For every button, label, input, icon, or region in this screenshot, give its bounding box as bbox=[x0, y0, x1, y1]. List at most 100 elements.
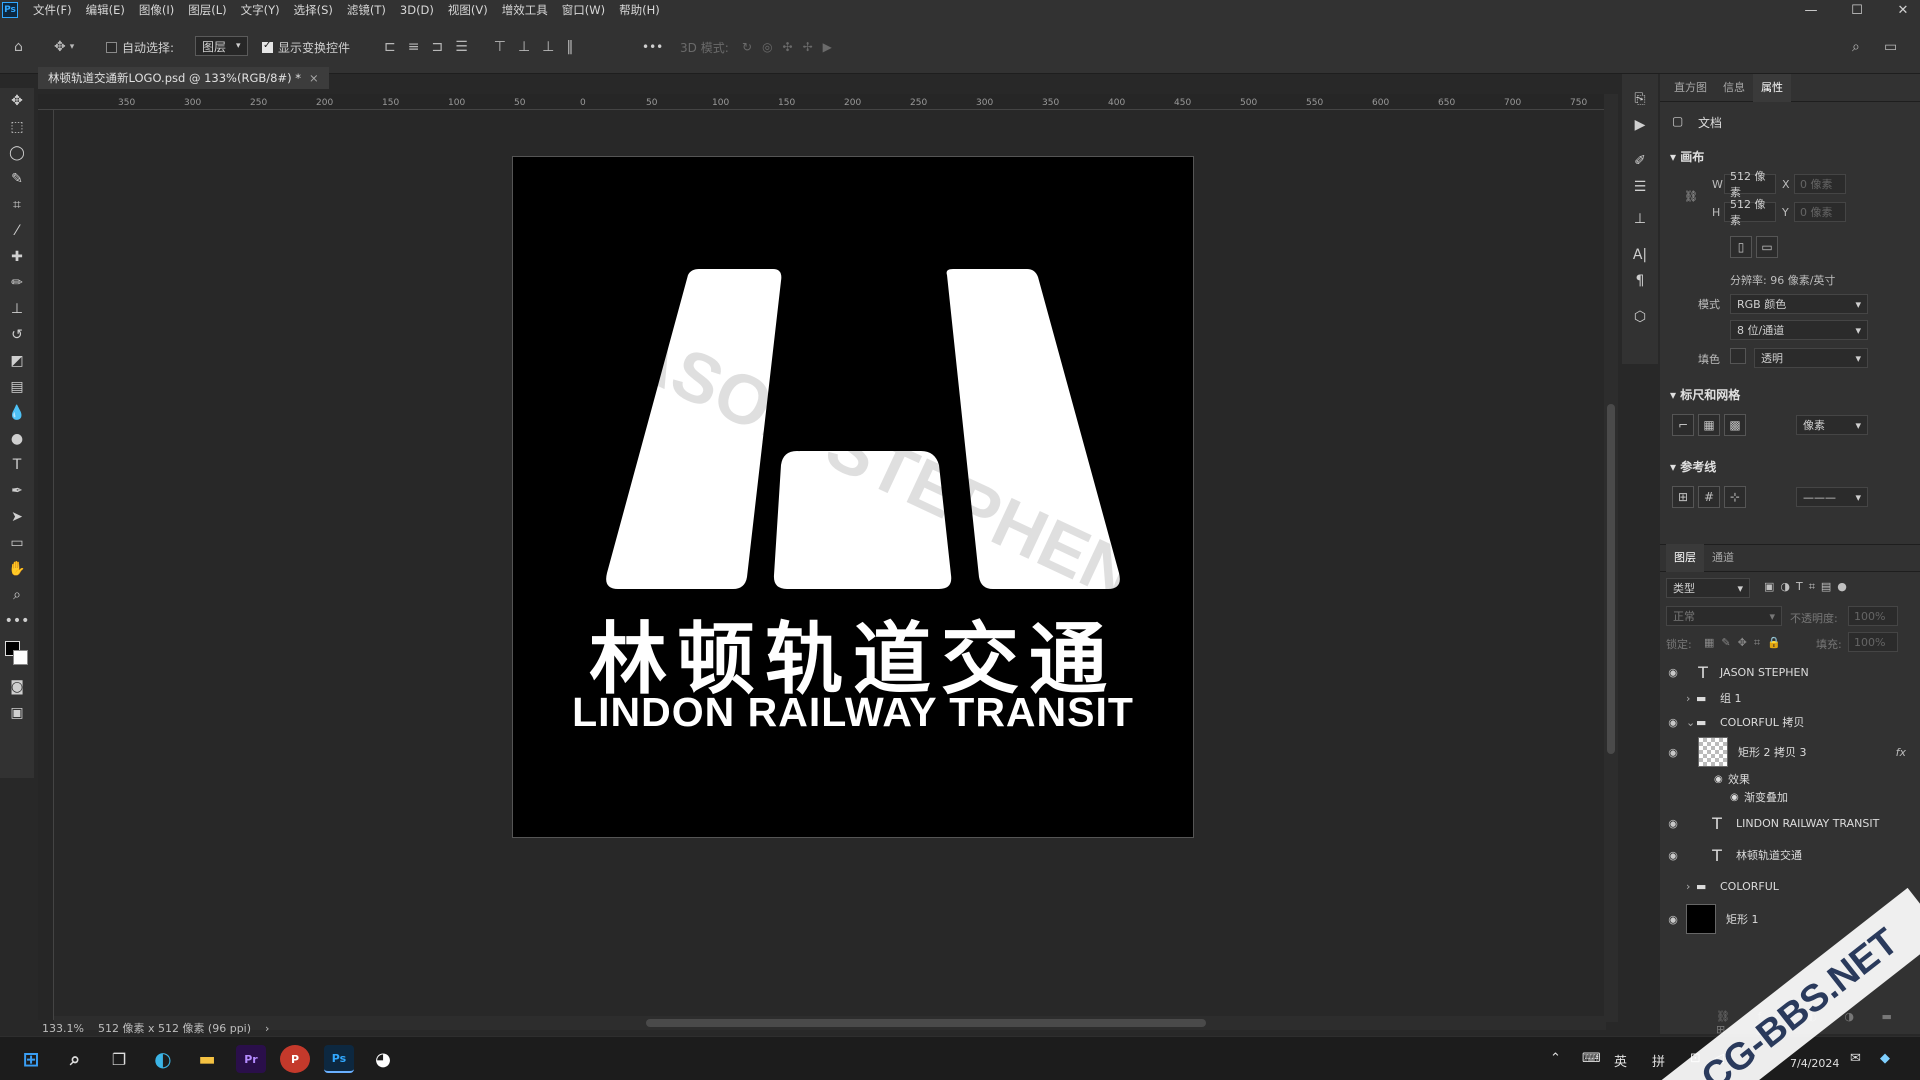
auto-select-checkbox[interactable]: 自动选择: bbox=[106, 36, 174, 58]
move-tool-preset[interactable]: ✥ ▾ bbox=[54, 36, 74, 58]
screen-mode-icon[interactable]: ▣ bbox=[0, 700, 34, 726]
ruler-toggle-icon[interactable]: ⌐ bbox=[1672, 414, 1694, 436]
expand-chevron-icon[interactable]: › bbox=[1686, 692, 1696, 705]
align-center-icon[interactable]: ≡ bbox=[408, 39, 420, 55]
quick-select-tool-icon[interactable]: ✎ bbox=[0, 166, 34, 192]
paragraph-panel-icon[interactable]: ¶ bbox=[1622, 268, 1658, 294]
history-brush-icon[interactable]: ↺ bbox=[0, 322, 34, 348]
guides-section-title[interactable]: ▾ 参考线 bbox=[1670, 458, 1716, 475]
menu-help[interactable]: 帮助(H) bbox=[612, 0, 667, 20]
ime-mode[interactable]: 拼 bbox=[1652, 1051, 1665, 1070]
color-mode-dropdown[interactable]: RGB 颜色 ▾ bbox=[1730, 294, 1868, 314]
copilot-icon[interactable]: ◆ bbox=[1880, 1051, 1890, 1066]
roll-3d-icon[interactable]: ◎ bbox=[762, 40, 772, 54]
menu-filter[interactable]: 滤镜(T) bbox=[340, 0, 393, 20]
photoshop-taskbar-icon[interactable]: Ps bbox=[324, 1045, 354, 1073]
edge-browser-icon[interactable]: ◐ bbox=[148, 1045, 178, 1073]
vertical-scroll-thumb[interactable] bbox=[1607, 404, 1615, 754]
canvas-x-field[interactable]: 0 像素 bbox=[1794, 174, 1846, 194]
tray-chevron-icon[interactable]: ⌃ bbox=[1550, 1051, 1561, 1066]
tab-histogram[interactable]: 直方图 bbox=[1666, 74, 1715, 102]
pixel-grid-icon[interactable]: ▩ bbox=[1724, 414, 1746, 436]
menu-select[interactable]: 选择(S) bbox=[287, 0, 340, 20]
collapse-chevron-icon[interactable]: ⌄ bbox=[1686, 716, 1696, 729]
tab-channels[interactable]: 通道 bbox=[1704, 544, 1742, 572]
healing-brush-icon[interactable]: ✚ bbox=[0, 244, 34, 270]
distribute-icon[interactable]: ☰ bbox=[455, 39, 468, 55]
orbit-3d-icon[interactable]: ↻ bbox=[742, 40, 752, 54]
portrait-orientation-icon[interactable]: ▯ bbox=[1730, 236, 1752, 258]
file-explorer-icon[interactable]: ▬ bbox=[192, 1045, 222, 1073]
photoshop-logo-icon[interactable]: Ps bbox=[2, 2, 18, 18]
close-window-button[interactable]: ✕ bbox=[1884, 0, 1920, 20]
align-bottom-icon[interactable]: ⊥ bbox=[542, 39, 554, 55]
opacity-field[interactable]: 100% bbox=[1848, 606, 1898, 626]
search-icon[interactable]: ⌕ bbox=[1852, 36, 1860, 58]
bit-depth-dropdown[interactable]: 8 位/通道 ▾ bbox=[1730, 320, 1868, 340]
gradient-tool-icon[interactable]: ▤ bbox=[0, 374, 34, 400]
pen-tool-icon[interactable]: ✒ bbox=[0, 478, 34, 504]
fill-dropdown[interactable]: 透明 ▾ bbox=[1754, 348, 1868, 368]
visibility-eye-icon[interactable]: ◉ bbox=[1714, 774, 1728, 785]
fill-color-swatch[interactable] bbox=[1730, 348, 1746, 364]
align-right-icon[interactable]: ⊐ bbox=[431, 39, 443, 55]
hand-tool-icon[interactable]: ✋ bbox=[0, 556, 34, 582]
search-icon[interactable]: ⌕ bbox=[60, 1045, 90, 1073]
character-panel-icon[interactable]: A| bbox=[1622, 242, 1658, 268]
stamp-tool-icon[interactable]: ⊥ bbox=[0, 296, 34, 322]
layer-row[interactable]: ◉ ⌄ ▬ COLORFUL 拷贝 bbox=[1660, 710, 1920, 734]
more-options-button[interactable]: ••• bbox=[642, 36, 663, 58]
auto-select-check[interactable] bbox=[106, 41, 117, 53]
auto-select-dropdown[interactable]: 图层 ▾ bbox=[195, 36, 248, 56]
3d-panel-icon[interactable]: ⬡ bbox=[1622, 304, 1658, 330]
menu-type[interactable]: 文字(Y) bbox=[234, 0, 287, 20]
eraser-tool-icon[interactable]: ◩ bbox=[0, 348, 34, 374]
align-left-icon[interactable]: ⊏ bbox=[384, 39, 396, 55]
guide-layout-icon[interactable]: # bbox=[1698, 486, 1720, 508]
powerpoint-icon[interactable]: P bbox=[280, 1045, 310, 1073]
menu-layer[interactable]: 图层(L) bbox=[181, 0, 233, 20]
link-dimensions-icon[interactable]: ⛓ bbox=[1684, 190, 1698, 203]
task-view-icon[interactable]: ❐ bbox=[104, 1045, 134, 1073]
zoom-tool-icon[interactable]: ⌕ bbox=[0, 582, 34, 608]
expand-chevron-icon[interactable]: › bbox=[1686, 880, 1696, 893]
ime-language[interactable]: 英 bbox=[1614, 1051, 1627, 1070]
menu-window[interactable]: 窗口(W) bbox=[555, 0, 612, 20]
history-panel-icon[interactable]: ⎘ bbox=[1622, 86, 1658, 112]
landscape-orientation-icon[interactable]: ▭ bbox=[1756, 236, 1778, 258]
blur-tool-icon[interactable]: 💧 bbox=[0, 400, 34, 426]
maximize-button[interactable]: ☐ bbox=[1838, 0, 1876, 20]
rulers-grid-section-title[interactable]: ▾ 标尺和网格 bbox=[1670, 386, 1740, 403]
canvas-height-field[interactable]: 512 像素 bbox=[1724, 198, 1776, 227]
layer-row[interactable]: › ▬ COLORFUL bbox=[1660, 872, 1920, 900]
visibility-eye-icon[interactable]: ◉ bbox=[1660, 849, 1686, 862]
layer-row[interactable]: ◉ 矩形 2 拷贝 3 fx bbox=[1660, 734, 1920, 770]
menu-3d[interactable]: 3D(D) bbox=[393, 0, 441, 20]
close-tab-icon[interactable]: × bbox=[309, 71, 319, 85]
guides-toggle-icon[interactable]: ⊞ bbox=[1672, 486, 1694, 508]
ruler-units-dropdown[interactable]: 像素 ▾ bbox=[1796, 415, 1868, 435]
show-transform-checkbox[interactable]: 显示变换控件 bbox=[262, 36, 350, 58]
smart-guides-icon[interactable]: ⊹ bbox=[1724, 486, 1746, 508]
workspace-icon[interactable]: ▭ bbox=[1884, 36, 1897, 58]
premiere-pro-icon[interactable]: Pr bbox=[236, 1045, 266, 1073]
crop-tool-icon[interactable]: ⌗ bbox=[0, 192, 34, 218]
tab-properties[interactable]: 属性 bbox=[1753, 73, 1791, 102]
path-select-icon[interactable]: ➤ bbox=[0, 504, 34, 530]
qq-icon[interactable]: ◕ bbox=[368, 1045, 398, 1073]
tab-layers[interactable]: 图层 bbox=[1666, 544, 1704, 572]
home-icon[interactable]: ⌂ bbox=[14, 36, 23, 58]
layer-row[interactable]: ◉ T JASON STEPHEN bbox=[1660, 658, 1920, 686]
visibility-eye-icon[interactable]: ◉ bbox=[1660, 746, 1686, 759]
visibility-eye-icon[interactable]: ◉ bbox=[1660, 913, 1686, 926]
blend-mode-dropdown[interactable]: 正常 ▾ bbox=[1666, 606, 1782, 626]
menu-edit[interactable]: 编辑(E) bbox=[79, 0, 132, 20]
menu-plugins[interactable]: 增效工具 bbox=[495, 0, 555, 20]
clock-date[interactable]: 7/4/2024 bbox=[1790, 1057, 1839, 1070]
visibility-eye-icon[interactable]: ◉ bbox=[1730, 792, 1744, 803]
status-chevron-icon[interactable]: › bbox=[265, 1022, 269, 1035]
slide-3d-icon[interactable]: ✢ bbox=[803, 40, 813, 54]
brush-tool-icon[interactable]: ✏ bbox=[0, 270, 34, 296]
layer-row[interactable]: ◉ T 林顿轨道交通 bbox=[1660, 838, 1920, 872]
layer-row[interactable]: › ▬ 组 1 bbox=[1660, 686, 1920, 710]
